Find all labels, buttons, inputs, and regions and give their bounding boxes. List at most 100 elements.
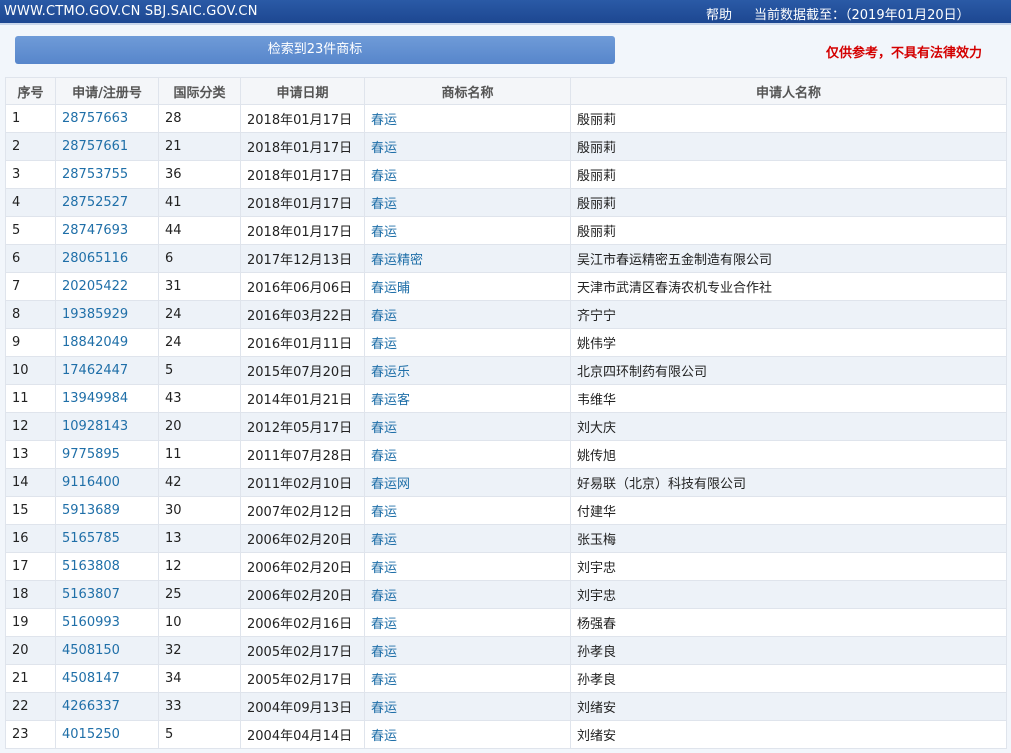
table-cell: 2018年01月17日 xyxy=(240,132,365,161)
trademark-name-link[interactable]: 春运 xyxy=(371,617,397,632)
table-cell: 13 xyxy=(158,524,241,553)
table-cell: 春运 xyxy=(364,692,571,721)
registration-number-link[interactable]: 28752527 xyxy=(62,195,128,210)
table-cell: 2018年01月17日 xyxy=(240,216,365,245)
application-date: 2005年02月17日 xyxy=(247,645,353,660)
applicant-name: 殷丽莉 xyxy=(577,225,617,240)
registration-number-link[interactable]: 28747693 xyxy=(62,223,128,238)
table-cell: 张玉梅 xyxy=(570,524,1007,553)
row-number: 12 xyxy=(12,419,29,434)
registration-number-link[interactable]: 28757663 xyxy=(62,111,128,126)
table-row: 4 28752527 41 2018年01月17日 春运 殷丽莉 xyxy=(5,188,1007,217)
trademark-name-link[interactable]: 春运 xyxy=(371,589,397,604)
trademark-name-link[interactable]: 春运 xyxy=(371,645,397,660)
row-number: 16 xyxy=(12,531,29,546)
registration-number-link[interactable]: 19385929 xyxy=(62,307,128,322)
registration-number-link[interactable]: 17462447 xyxy=(62,363,128,378)
trademark-name-link[interactable]: 春运精密 xyxy=(371,253,423,268)
trademark-name-link[interactable]: 春运 xyxy=(371,169,397,184)
table-cell: 吴江市春运精密五金制造有限公司 xyxy=(570,244,1007,273)
registration-number-link[interactable]: 9116400 xyxy=(62,475,120,490)
table-cell: 20205422 xyxy=(55,272,159,301)
table-cell: 2006年02月20日 xyxy=(240,524,365,553)
trademark-name-link[interactable]: 春运 xyxy=(371,729,397,744)
registration-number-link[interactable]: 28065116 xyxy=(62,251,128,266)
application-date: 2017年12月13日 xyxy=(247,253,353,268)
table-cell: 2011年02月10日 xyxy=(240,468,365,497)
table-cell: 春运网 xyxy=(364,468,571,497)
trademark-name-link[interactable]: 春运 xyxy=(371,673,397,688)
table-cell: 28 xyxy=(158,104,241,133)
applicant-name: 北京四环制药有限公司 xyxy=(577,365,708,380)
help-link[interactable]: 帮助 xyxy=(706,4,732,23)
applicant-name: 孙孝良 xyxy=(577,673,617,688)
registration-number-link[interactable]: 5163807 xyxy=(62,587,120,602)
international-class: 31 xyxy=(165,279,182,294)
international-class: 28 xyxy=(165,111,182,126)
trademark-name-link[interactable]: 春运乐 xyxy=(371,365,410,380)
registration-number-link[interactable]: 5165785 xyxy=(62,531,120,546)
table-cell: 20 xyxy=(158,412,241,441)
row-number: 21 xyxy=(12,671,29,686)
table-cell: 31 xyxy=(158,272,241,301)
table-cell: 刘大庆 xyxy=(570,412,1007,441)
registration-number-link[interactable]: 13949984 xyxy=(62,391,128,406)
table-cell: 姚伟学 xyxy=(570,328,1007,357)
trademark-name-link[interactable]: 春运晡 xyxy=(371,281,410,296)
trademark-name-link[interactable]: 春运客 xyxy=(371,393,410,408)
table-cell: 刘绪安 xyxy=(570,692,1007,721)
applicant-name: 姚伟学 xyxy=(577,337,617,352)
trademark-name-link[interactable]: 春运 xyxy=(371,337,397,352)
international-class: 41 xyxy=(165,195,182,210)
trademark-name-link[interactable]: 春运 xyxy=(371,421,397,436)
table-row: 1 28757663 28 2018年01月17日 春运 殷丽莉 xyxy=(5,104,1007,133)
table-cell: 2006年02月20日 xyxy=(240,580,365,609)
trademark-name-link[interactable]: 春运 xyxy=(371,197,397,212)
table-cell: 28753755 xyxy=(55,160,159,189)
trademark-name-link[interactable]: 春运 xyxy=(371,309,397,324)
registration-number-link[interactable]: 18842049 xyxy=(62,335,128,350)
trademark-name-link[interactable]: 春运 xyxy=(371,141,397,156)
trademark-name-link[interactable]: 春运网 xyxy=(371,477,410,492)
table-cell: 18842049 xyxy=(55,328,159,357)
trademark-name-link[interactable]: 春运 xyxy=(371,449,397,464)
applicant-name: 姚传旭 xyxy=(577,449,617,464)
registration-number-link[interactable]: 20205422 xyxy=(62,279,128,294)
table-cell: 8 xyxy=(5,300,56,329)
registration-number-link[interactable]: 10928143 xyxy=(62,419,128,434)
table-cell: 5 xyxy=(5,216,56,245)
table-cell: 9775895 xyxy=(55,440,159,469)
applicant-name: 殷丽莉 xyxy=(577,197,617,212)
table-cell: 春运 xyxy=(364,580,571,609)
table-header-row: 序号 申请/注册号 国际分类 申请日期 商标名称 申请人名称 xyxy=(5,77,1007,105)
table-cell: 4508147 xyxy=(55,664,159,693)
table-cell: 6 xyxy=(158,244,241,273)
table-cell: 12 xyxy=(158,552,241,581)
registration-number-link[interactable]: 28757661 xyxy=(62,139,128,154)
registration-number-link[interactable]: 5163808 xyxy=(62,559,120,574)
table-cell: 春运 xyxy=(364,132,571,161)
table-cell: 19 xyxy=(5,608,56,637)
table-cell: 付建华 xyxy=(570,496,1007,525)
applicant-name: 好易联（北京）科技有限公司 xyxy=(577,477,747,492)
trademark-name-link[interactable]: 春运 xyxy=(371,225,397,240)
registration-number-link[interactable]: 4015250 xyxy=(62,727,120,742)
registration-number-link[interactable]: 28753755 xyxy=(62,167,128,182)
registration-number-link[interactable]: 4266337 xyxy=(62,699,120,714)
registration-number-link[interactable]: 4508147 xyxy=(62,671,120,686)
row-number: 23 xyxy=(12,727,29,742)
trademark-name-link[interactable]: 春运 xyxy=(371,533,397,548)
trademark-name-link[interactable]: 春运 xyxy=(371,561,397,576)
table-row: 10 17462447 5 2015年07月20日 春运乐 北京四环制药有限公司 xyxy=(5,356,1007,385)
trademark-name-link[interactable]: 春运 xyxy=(371,701,397,716)
registration-number-link[interactable]: 5913689 xyxy=(62,503,120,518)
table-cell: 9 xyxy=(5,328,56,357)
registration-number-link[interactable]: 9775895 xyxy=(62,447,120,462)
table-cell: 春运 xyxy=(364,160,571,189)
trademark-name-link[interactable]: 春运 xyxy=(371,505,397,520)
international-class: 32 xyxy=(165,643,182,658)
table-cell: 殷丽莉 xyxy=(570,104,1007,133)
registration-number-link[interactable]: 4508150 xyxy=(62,643,120,658)
trademark-name-link[interactable]: 春运 xyxy=(371,113,397,128)
registration-number-link[interactable]: 5160993 xyxy=(62,615,120,630)
